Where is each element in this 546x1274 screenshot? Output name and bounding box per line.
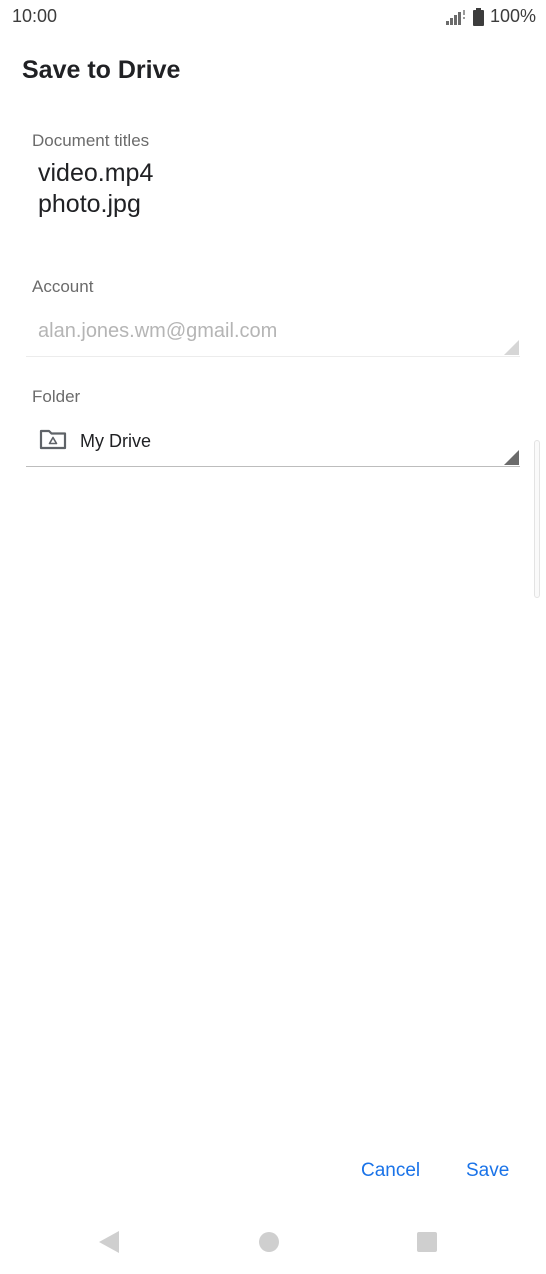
folder-dropdown[interactable]: My Drive (26, 420, 520, 466)
account-label: Account (32, 277, 94, 296)
account-underline (26, 356, 520, 357)
scrollbar[interactable] (534, 440, 540, 598)
battery-icon (472, 7, 484, 26)
cancel-button[interactable]: Cancel (361, 1160, 420, 1182)
document-titles-label: Document titles (32, 131, 150, 150)
back-triangle-icon[interactable] (98, 1230, 120, 1259)
dropdown-triangle-icon[interactable] (504, 340, 519, 360)
account-dropdown-value[interactable]: alan.jones.wm@gmail.com (38, 320, 277, 343)
home-circle-icon[interactable] (258, 1230, 280, 1259)
status-bar: 10:00 100% (0, 0, 546, 34)
navigation-bar (0, 1214, 546, 1274)
dialog-title: Save to Drive (22, 56, 181, 84)
document-title-item[interactable]: photo.jpg (38, 189, 153, 220)
folder-dropdown-value: My Drive (80, 431, 151, 451)
dropdown-triangle-icon[interactable] (504, 450, 519, 470)
folder-label: Folder (32, 387, 81, 406)
signal-icon (445, 8, 467, 26)
document-title-item[interactable]: video.mp4 (38, 158, 153, 189)
status-indicators: 100% (445, 6, 536, 27)
document-titles-list[interactable]: video.mp4 photo.jpg (38, 158, 153, 220)
recents-square-icon[interactable] (416, 1230, 438, 1259)
battery-percent: 100% (489, 6, 536, 26)
save-button[interactable]: Save (466, 1160, 509, 1182)
status-time: 10:00 (12, 6, 58, 26)
drive-folder-icon (39, 428, 67, 455)
folder-underline (26, 466, 520, 467)
